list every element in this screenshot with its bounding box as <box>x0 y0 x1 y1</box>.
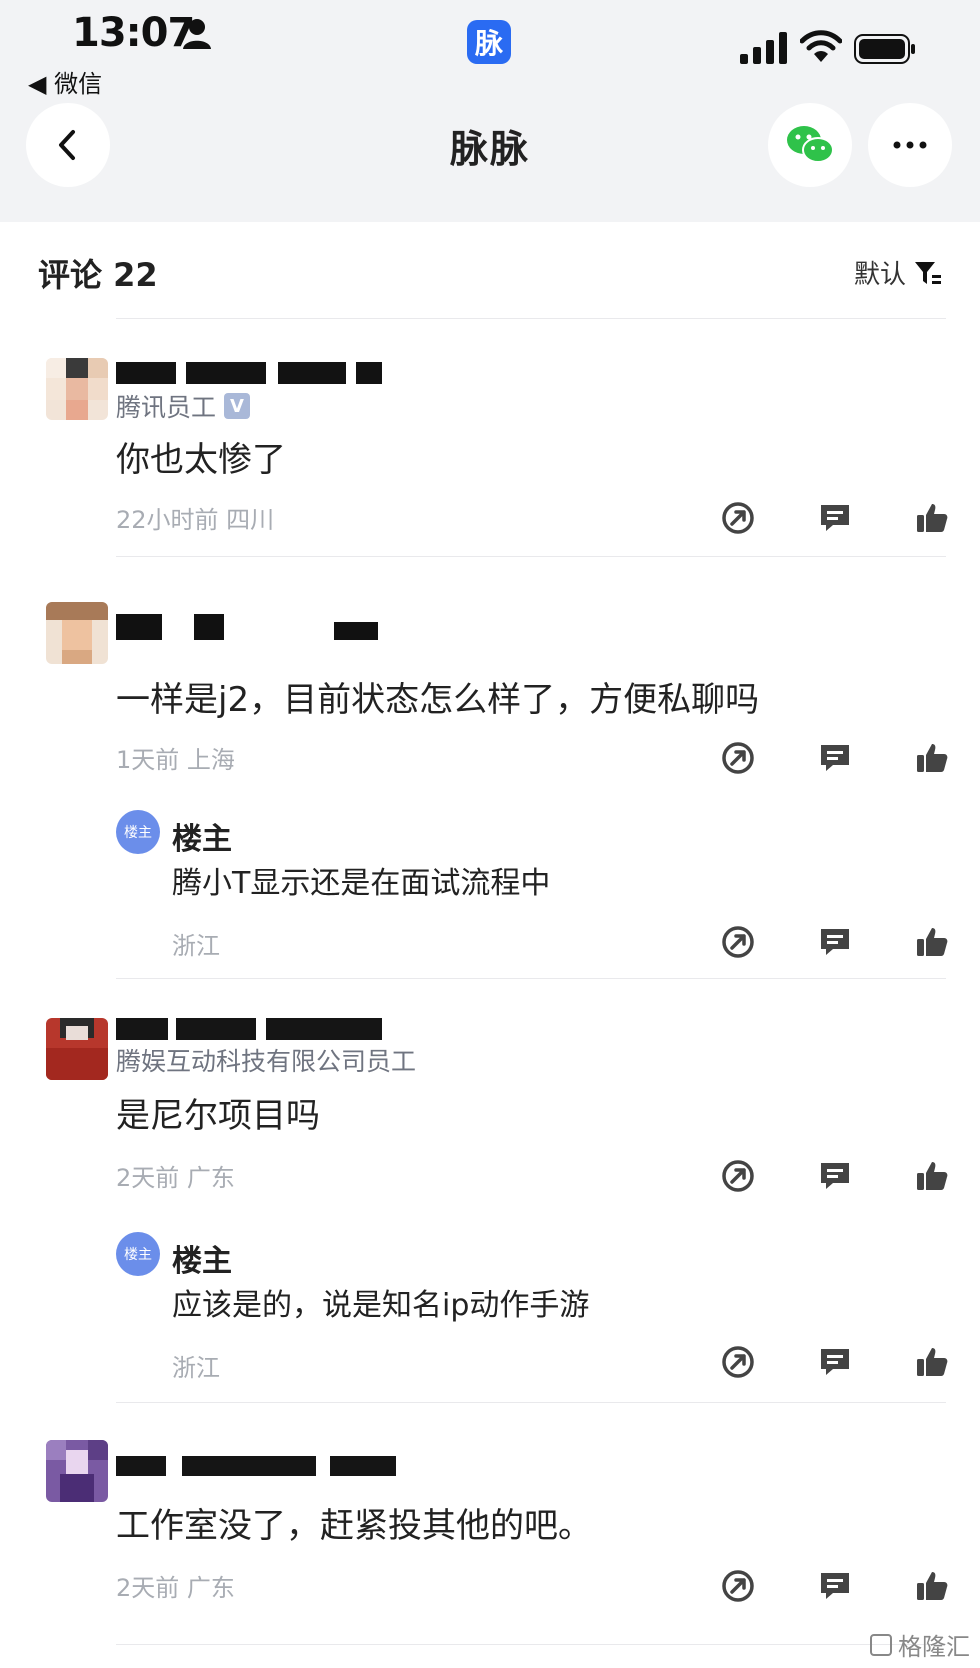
sort-dropdown[interactable]: 默认 <box>854 254 942 291</box>
person-icon <box>183 19 211 49</box>
watermark: 格隆汇 <box>870 1627 970 1662</box>
like-icon[interactable] <box>914 1568 950 1604</box>
comment-item: 腾讯员工 V 你也太惨了 22小时前 四川 <box>0 348 980 568</box>
comment-icon[interactable] <box>817 1344 853 1380</box>
watermark-text: 格隆汇 <box>898 1633 970 1661</box>
comments-count-title: 评论 22 <box>38 256 158 294</box>
comment-text: 工作室没了，赶紧投其他的吧。 <box>116 1506 592 1546</box>
reply-meta: 浙江 <box>172 932 220 960</box>
comment-icon[interactable] <box>817 924 853 960</box>
reply-author: 楼主 <box>172 822 232 857</box>
top-bar: 13:07 脉 ◀ 微信 脉脉 <box>0 0 980 222</box>
back-app-label: 微信 <box>54 70 103 98</box>
comment-actions <box>720 1566 950 1606</box>
comment-icon[interactable] <box>817 500 853 536</box>
wechat-icon <box>787 126 834 163</box>
back-to-app-link[interactable]: ◀ 微信 <box>28 64 102 99</box>
comment-meta: 1天前 上海 <box>116 746 235 774</box>
like-icon[interactable] <box>914 1344 950 1380</box>
like-icon[interactable] <box>914 740 950 776</box>
verified-badge-icon: V <box>224 393 251 419</box>
comment-meta: 2天前 广东 <box>116 1574 235 1602</box>
share-icon[interactable] <box>720 740 756 776</box>
reply-meta: 浙江 <box>172 1354 220 1382</box>
status-time: 13:07 <box>72 10 195 56</box>
divider <box>116 1644 946 1645</box>
comment-icon[interactable] <box>817 740 853 776</box>
reply-text: 腾小T显示还是在面试流程中 <box>172 866 551 901</box>
wifi-icon <box>800 30 842 62</box>
like-icon[interactable] <box>914 924 950 960</box>
reply-actions <box>720 1342 950 1382</box>
comment-meta: 2天前 广东 <box>116 1164 235 1192</box>
comment-item: 一样是j2，目前状态怎么样了，方便私聊吗 1天前 上海 楼主 楼主 腾小T显示还… <box>0 590 980 980</box>
op-badge-icon: 楼主 <box>116 810 160 854</box>
divider <box>116 978 946 979</box>
like-icon[interactable] <box>914 500 950 536</box>
signal-icon <box>740 32 787 64</box>
like-icon[interactable] <box>914 1158 950 1194</box>
sort-label: 默认 <box>853 260 906 290</box>
reply-text: 应该是的，说是知名ip动作手游 <box>172 1288 590 1323</box>
company-label: 腾讯员工 <box>116 393 217 422</box>
comment-text: 你也太惨了 <box>116 440 286 480</box>
comment-item: 腾娱互动科技有限公司员工 是尼尔项目吗 2天前 广东 楼主 楼主 应该是的，说是… <box>0 1012 980 1402</box>
comment-actions <box>720 498 950 538</box>
redacted-username <box>116 614 378 640</box>
comment-actions <box>720 1156 950 1196</box>
share-icon[interactable] <box>720 1344 756 1380</box>
comment-actions <box>720 738 950 778</box>
company-label: 腾娱互动科技有限公司员工 <box>116 1047 417 1076</box>
avatar[interactable] <box>46 602 108 664</box>
redacted-username <box>116 362 382 384</box>
comment-meta: 22小时前 四川 <box>116 506 275 534</box>
comment-icon[interactable] <box>817 1568 853 1604</box>
battery-icon <box>854 34 915 64</box>
user-company: 腾讯员工 V <box>116 388 251 424</box>
wechat-share-button[interactable] <box>768 103 852 187</box>
comment-text: 一样是j2，目前状态怎么样了，方便私聊吗 <box>116 680 760 720</box>
avatar[interactable] <box>46 358 108 420</box>
more-button[interactable] <box>868 103 952 187</box>
share-icon[interactable] <box>720 1568 756 1604</box>
avatar[interactable] <box>46 1440 108 1502</box>
back-triangle-icon: ◀ <box>28 70 47 98</box>
comment-icon[interactable] <box>817 1158 853 1194</box>
share-icon[interactable] <box>720 1158 756 1194</box>
redacted-username <box>116 1456 396 1476</box>
comments-header: 评论 22 默认 <box>0 222 980 320</box>
app-badge: 脉 <box>467 20 511 64</box>
comment-item: 工作室没了，赶紧投其他的吧。 2天前 广东 <box>0 1436 980 1636</box>
filter-icon <box>915 261 941 284</box>
share-icon[interactable] <box>720 500 756 536</box>
divider <box>116 318 946 319</box>
watermark-logo-icon <box>870 1633 892 1656</box>
reply-actions <box>720 922 950 962</box>
reply-author: 楼主 <box>172 1244 232 1279</box>
comment-text: 是尼尔项目吗 <box>116 1096 320 1136</box>
share-icon[interactable] <box>720 924 756 960</box>
more-icon <box>893 141 927 149</box>
avatar[interactable] <box>46 1018 108 1080</box>
user-company: 腾娱互动科技有限公司员工 <box>116 1042 416 1078</box>
divider <box>116 1402 946 1403</box>
divider <box>116 556 946 557</box>
redacted-username <box>116 1018 382 1040</box>
op-badge-icon: 楼主 <box>116 1232 160 1276</box>
